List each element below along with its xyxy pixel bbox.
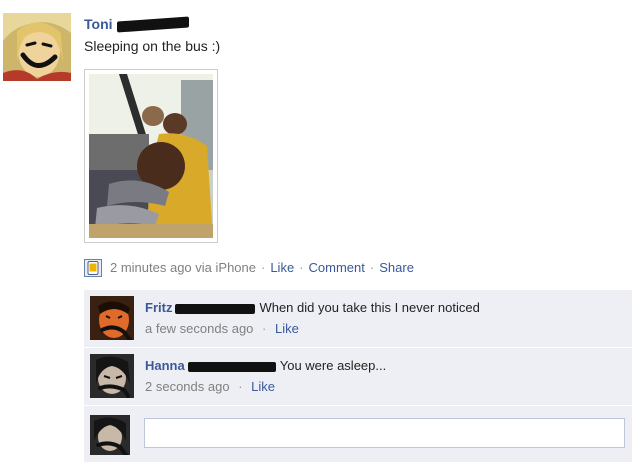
- profile-photo-icon: [90, 415, 130, 455]
- post-photo[interactable]: [84, 69, 218, 243]
- separator: ·: [369, 260, 375, 275]
- comment-link[interactable]: Comment: [309, 258, 365, 278]
- comment-item: Hanna You were asleep... 2 seconds ago · …: [84, 348, 632, 406]
- comment-author-name[interactable]: Hanna: [145, 358, 185, 373]
- comment-meta: a few seconds ago · Like: [145, 320, 299, 338]
- comment-author-avatar[interactable]: [90, 354, 134, 398]
- comment-like-link[interactable]: Like: [251, 379, 275, 394]
- viewer-avatar: [90, 415, 130, 455]
- comment-author-avatar[interactable]: [90, 296, 134, 340]
- post-text: Sleeping on the bus :): [84, 38, 221, 54]
- comment-author-name[interactable]: Fritz: [145, 300, 172, 315]
- separator: ·: [262, 321, 267, 336]
- post-meta: 2 minutes ago via iPhone · Like · Commen…: [84, 258, 414, 278]
- comment-meta: 2 seconds ago · Like: [145, 378, 275, 396]
- profile-photo-icon: [90, 296, 134, 340]
- comment-body: Hanna You were asleep...: [145, 357, 386, 375]
- comment-text: When did you take this I never noticed: [259, 300, 480, 315]
- redacted-surname: [187, 361, 276, 372]
- separator: ·: [260, 260, 266, 275]
- profile-photo-icon: [3, 13, 71, 81]
- post-author-name[interactable]: Toni: [84, 16, 113, 32]
- separator: ·: [238, 379, 243, 394]
- comment-timestamp: 2 seconds ago: [145, 379, 230, 394]
- like-link[interactable]: Like: [270, 258, 294, 278]
- comment-timestamp: a few seconds ago: [145, 321, 254, 336]
- post-author-line: Toni: [84, 15, 189, 33]
- post-author-avatar[interactable]: [3, 13, 71, 81]
- comment-composer: [84, 406, 632, 462]
- comments-list: Fritz When did you take this I never noti…: [84, 290, 632, 462]
- redacted-surname: [175, 303, 256, 314]
- profile-photo-icon: [90, 354, 134, 398]
- post-timestamp[interactable]: 2 minutes ago via iPhone: [110, 258, 256, 278]
- comment-input[interactable]: [144, 418, 625, 448]
- comment-body: Fritz When did you take this I never noti…: [145, 299, 480, 317]
- redacted-surname: [116, 16, 189, 33]
- iphone-app-icon: [84, 259, 102, 277]
- comment-like-link[interactable]: Like: [275, 321, 299, 336]
- comment-item: Fritz When did you take this I never noti…: [84, 290, 632, 348]
- separator: ·: [299, 260, 304, 275]
- share-link[interactable]: Share: [379, 258, 414, 278]
- comment-text: You were asleep...: [279, 358, 387, 373]
- photo-sleeping-on-bus-icon: [89, 74, 213, 238]
